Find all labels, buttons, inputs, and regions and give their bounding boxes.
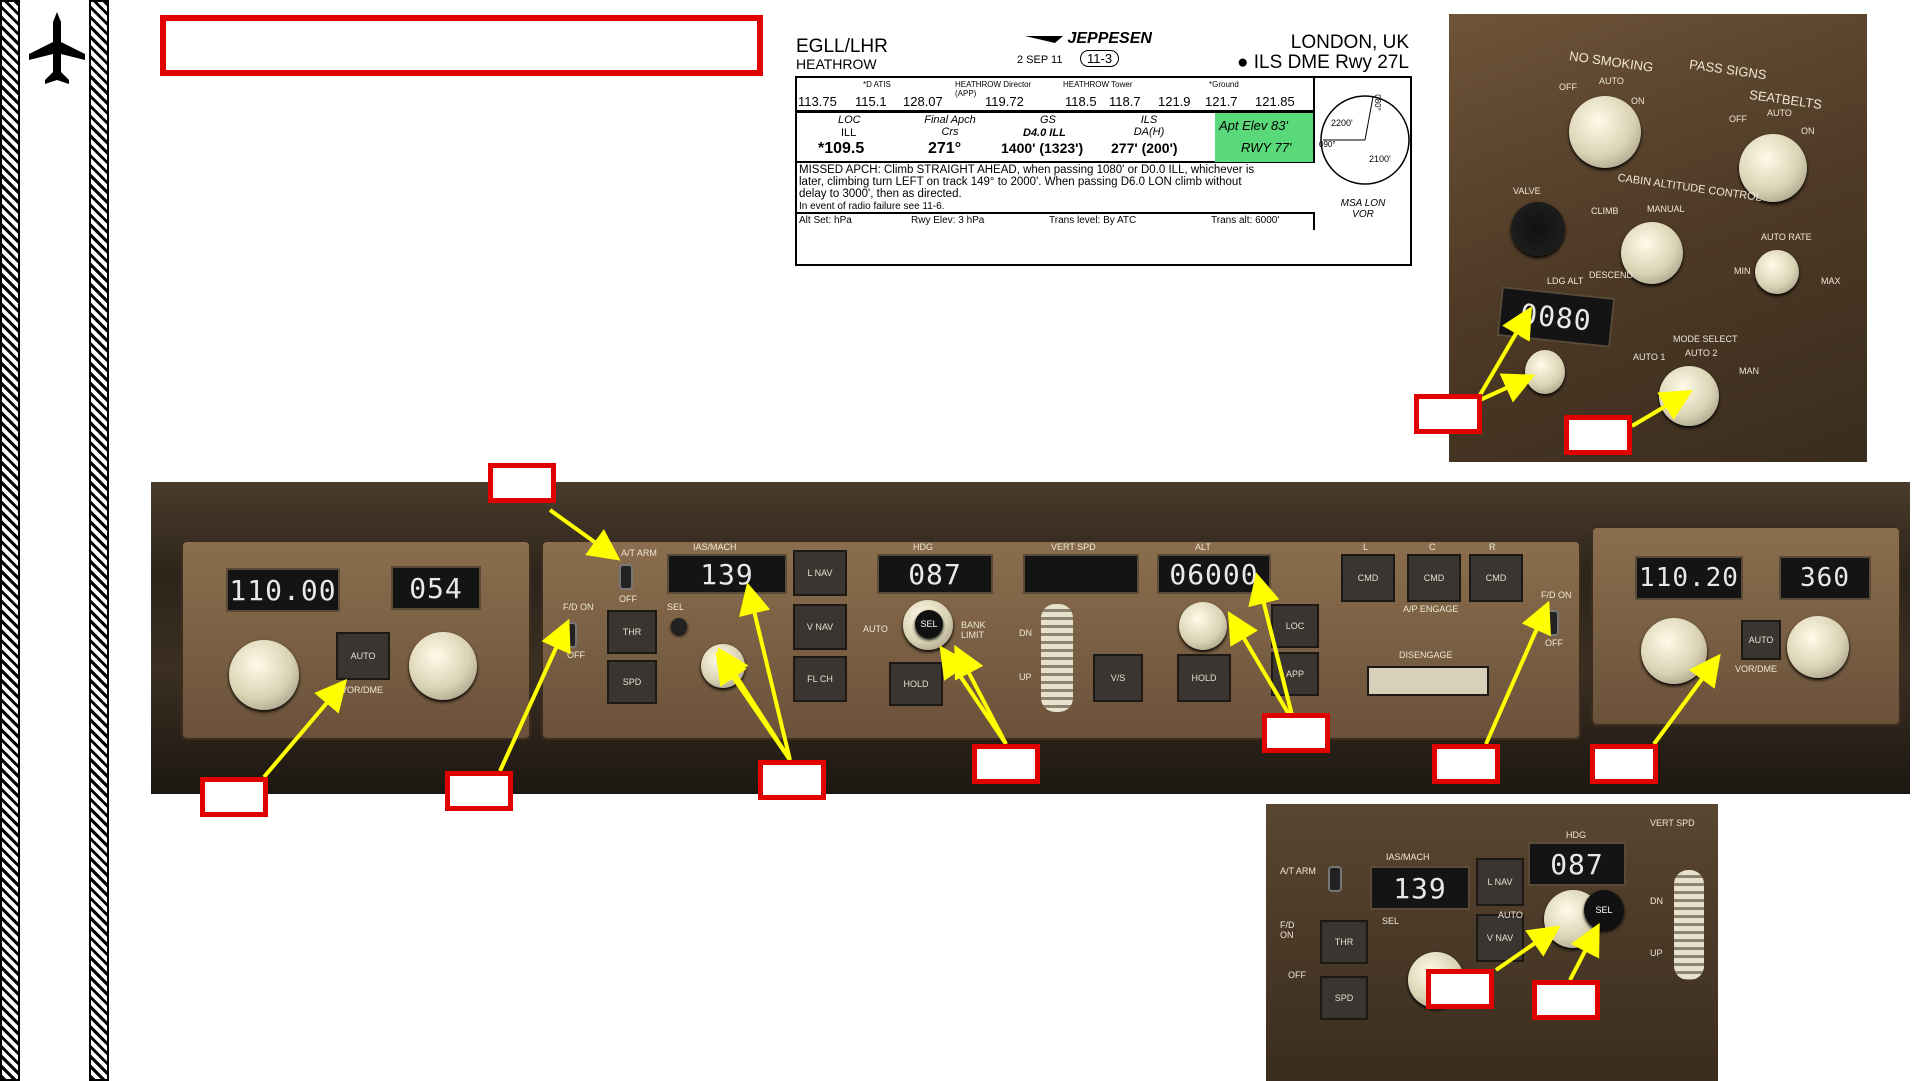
callout-box <box>1414 394 1482 434</box>
callout-box <box>445 771 513 811</box>
callout-box <box>200 777 268 817</box>
callout-box <box>758 760 826 800</box>
callout-box <box>972 744 1040 784</box>
callout-box <box>1532 980 1600 1020</box>
callout-arrows <box>262 306 1721 981</box>
callout-box <box>1262 713 1330 753</box>
callout-box <box>1432 744 1500 784</box>
callout-box <box>1564 415 1632 455</box>
callout-box <box>488 463 556 503</box>
callout-box <box>1426 969 1494 1009</box>
callout-box <box>1590 744 1658 784</box>
